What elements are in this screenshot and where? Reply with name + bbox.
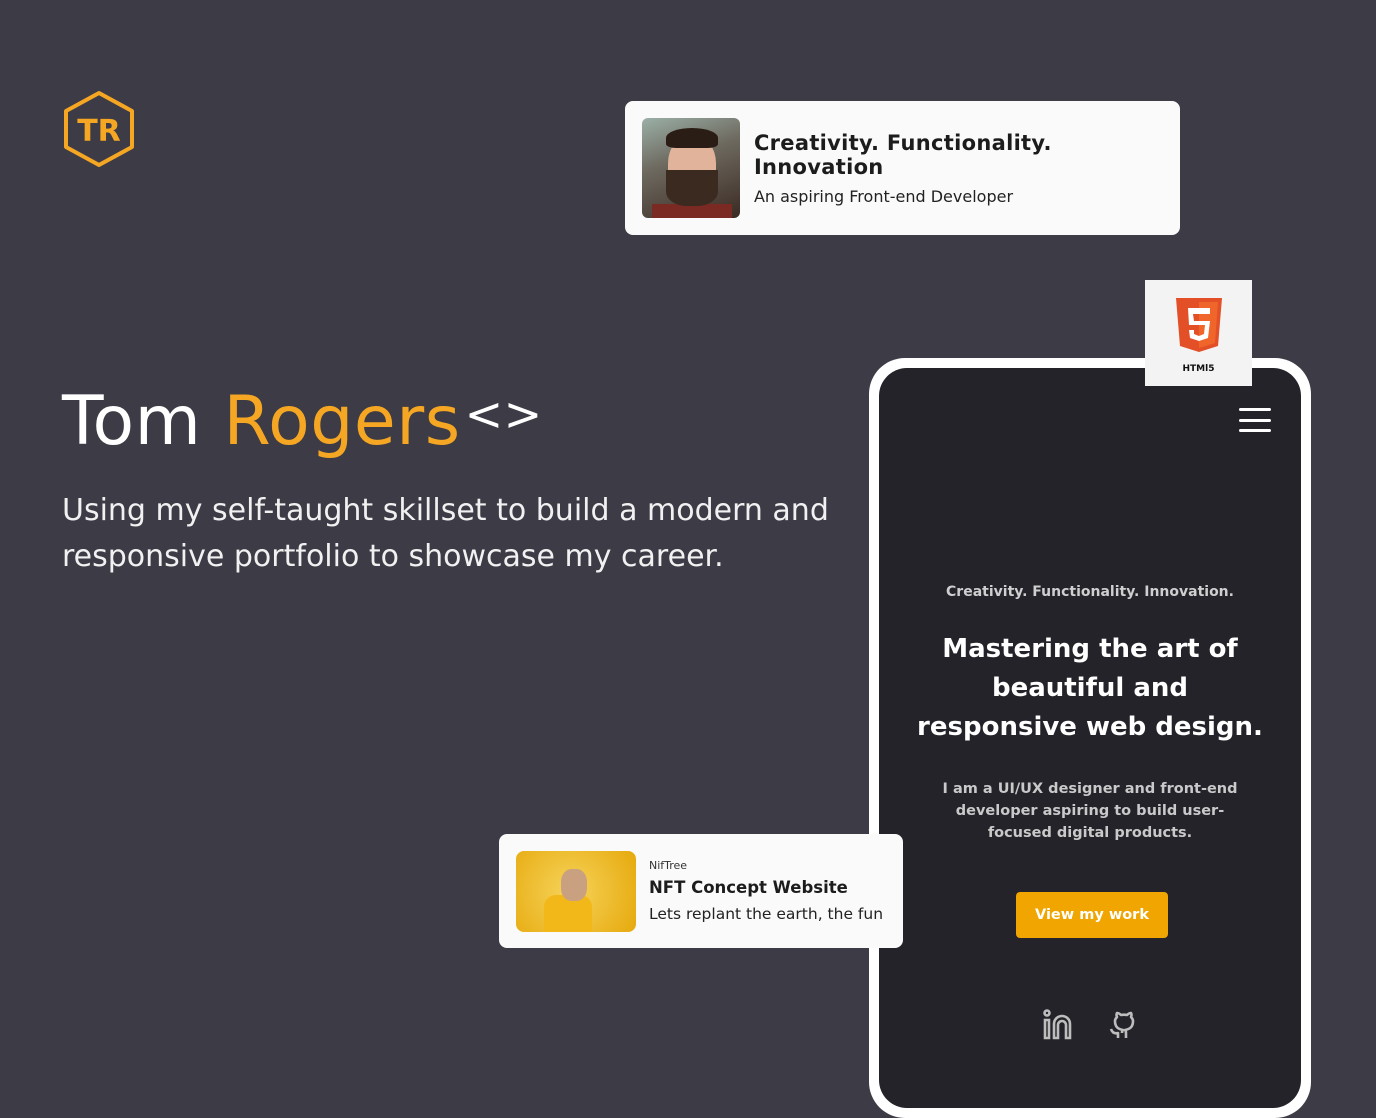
html5-icon xyxy=(1175,298,1222,352)
github-icon[interactable] xyxy=(1106,1008,1138,1040)
project-description: Lets replant the earth, the fun xyxy=(649,905,884,923)
profile-title: Creativity. Functionality. Innovation xyxy=(753,130,1052,179)
project-thumbnail xyxy=(516,850,636,932)
view-my-work-button[interactable]: View my work xyxy=(1016,892,1168,938)
avatar xyxy=(642,118,740,218)
phone-mockup: Creativity. Functionality. Innovation. M… xyxy=(869,358,1311,1118)
first-name: Tom xyxy=(62,382,202,461)
project-client: NifTree xyxy=(649,859,688,872)
html5-label: HTMl5 xyxy=(1182,364,1215,374)
profile-subtitle: An aspiring Front-end Developer xyxy=(753,186,1014,206)
last-name: Rogers xyxy=(223,382,461,461)
phone-screen: Creativity. Functionality. Innovation. M… xyxy=(879,368,1301,1108)
code-icon: <> xyxy=(464,387,543,441)
project-card[interactable]: NifTree NFT Concept Website Lets replant… xyxy=(499,834,903,948)
logo[interactable]: TR xyxy=(60,90,138,168)
phone-headline: Mastering the art of beautiful and respo… xyxy=(917,634,1263,742)
profile-card: Creativity. Functionality. Innovation An… xyxy=(625,101,1180,235)
hero-description: Using my self-taught skillset to build a… xyxy=(62,493,829,574)
phone-description: I am a UI/UX designer and front-end deve… xyxy=(942,781,1238,841)
hamburger-menu-icon[interactable] xyxy=(1239,408,1271,432)
logo-text: TR xyxy=(77,114,121,149)
html5-badge: HTMl5 xyxy=(1145,280,1252,386)
phone-tagline: Creativity. Functionality. Innovation. xyxy=(946,584,1234,600)
project-title: NFT Concept Website xyxy=(649,878,848,897)
linkedin-icon[interactable] xyxy=(1042,1008,1074,1040)
hero-name: Tom Rogers<> xyxy=(62,382,543,461)
